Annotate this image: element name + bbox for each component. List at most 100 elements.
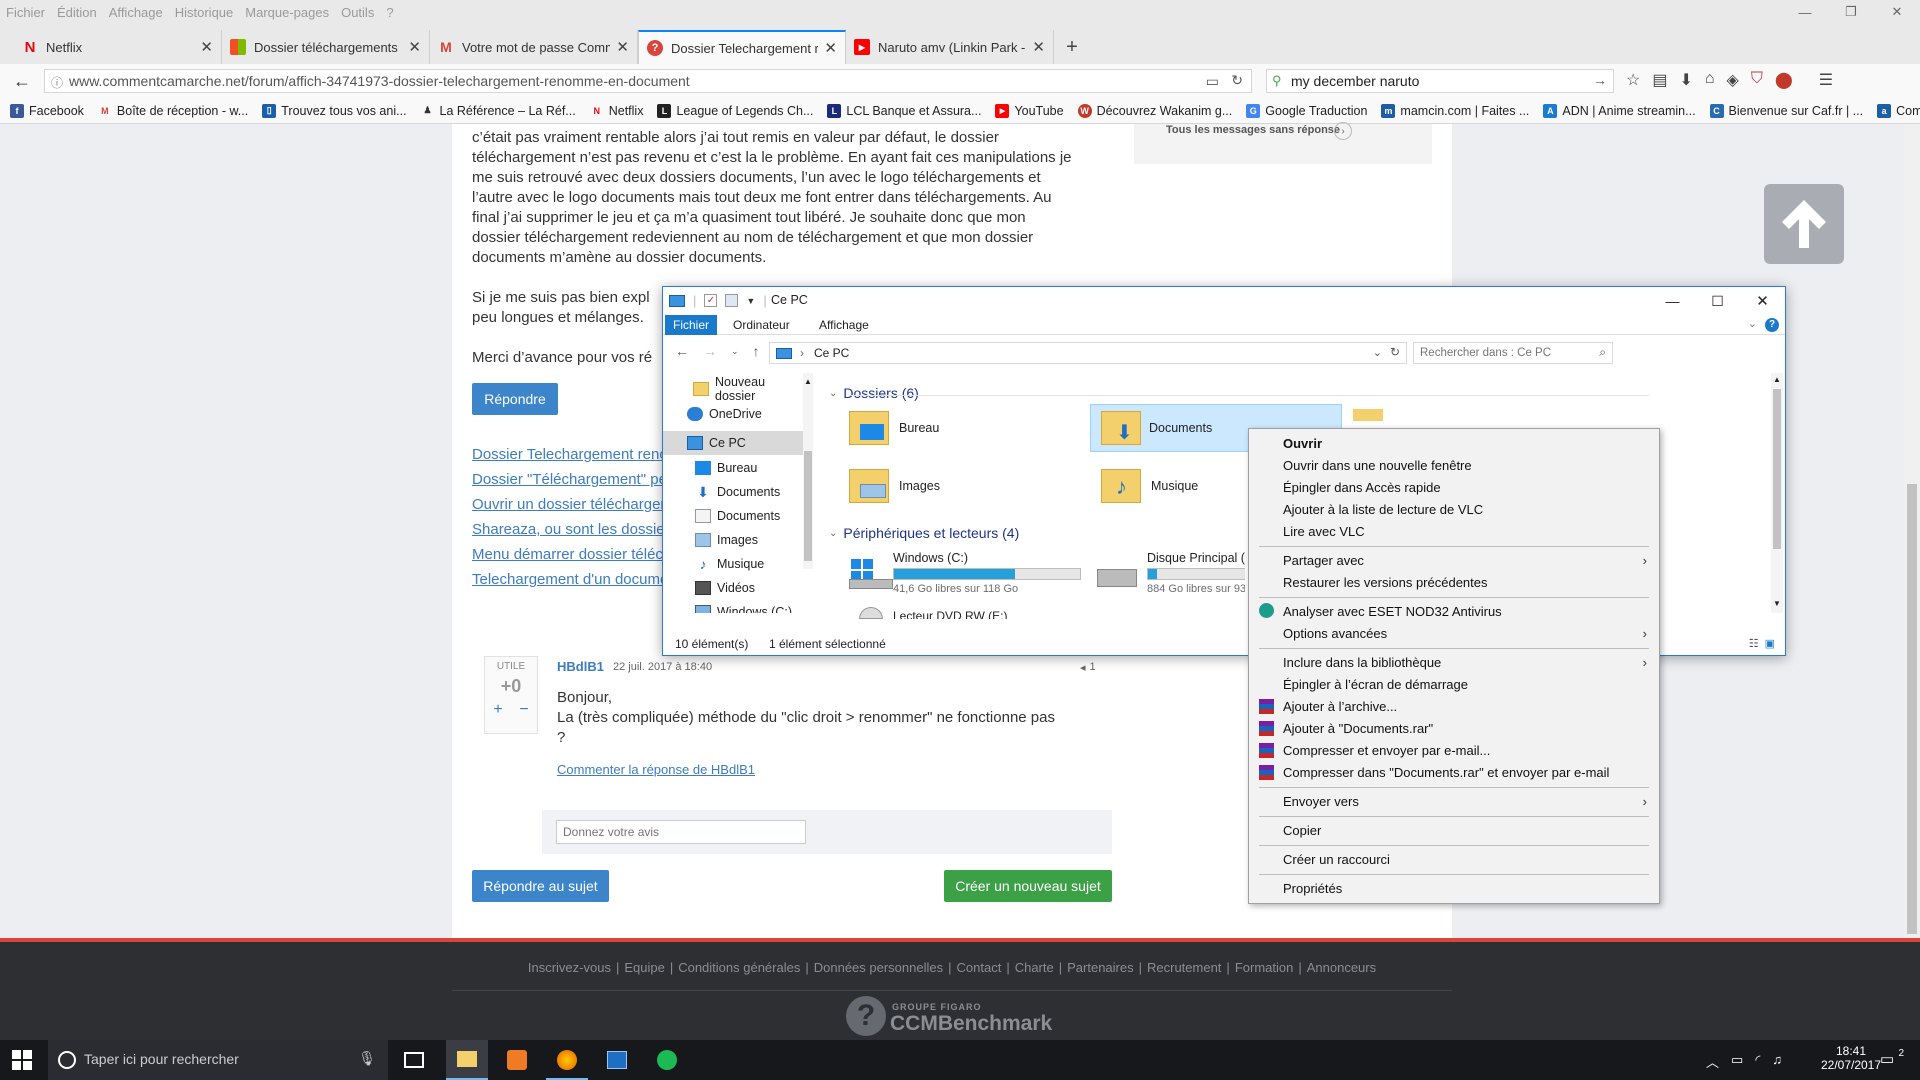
- refresh-icon[interactable]: ↻: [1390, 345, 1400, 359]
- windows-start-icon[interactable]: [12, 1050, 32, 1070]
- forward-icon[interactable]: →: [703, 343, 717, 359]
- scroll-down-icon[interactable]: ▼: [1773, 599, 1781, 608]
- footer-link[interactable]: Conditions générales: [678, 960, 800, 975]
- reload-icon[interactable]: ↻: [1231, 72, 1243, 89]
- footer-link[interactable]: Partenaires: [1067, 960, 1133, 975]
- url-bar[interactable]: ⓘ www.commentcamarche.net/forum/affich-3…: [44, 69, 1252, 93]
- bookmark-item[interactable]: m mamcin.com | Faites ...: [1381, 103, 1529, 118]
- unanswered-messages-link[interactable]: Tous les messages sans réponse: [1166, 124, 1340, 136]
- task-view-icon[interactable]: [404, 1052, 424, 1068]
- drive-d[interactable]: Disque Principal (D:) 884 Go libres sur …: [1147, 551, 1245, 595]
- menu-item-creer-raccourci[interactable]: Créer un raccourci: [1283, 852, 1390, 867]
- taskbar-app-2[interactable]: [596, 1040, 638, 1080]
- menu-item-ajouter-documents-rar[interactable]: Ajouter à "Documents.rar": [1283, 721, 1433, 736]
- nav-item-images[interactable]: Images: [695, 533, 758, 547]
- bookmark-item[interactable]: a Compte ameli - mon ...: [1877, 103, 1920, 118]
- back-icon[interactable]: ←: [675, 343, 689, 359]
- menu-historique[interactable]: Historique: [175, 5, 234, 20]
- menu-item-options-avancees[interactable]: Options avancées: [1283, 626, 1387, 641]
- explorer-search-input[interactable]: [1414, 343, 1584, 363]
- main-pane-scrollbar[interactable]: ▲ ▼: [1771, 373, 1783, 613]
- tab-dossier-telechargement-active[interactable]: ? Dossier Telechargement renommé ✕: [638, 30, 846, 64]
- hamburger-menu-icon[interactable]: ☰: [1819, 70, 1833, 90]
- footer-link[interactable]: Inscrivez-vous: [528, 960, 611, 975]
- ublock-icon[interactable]: ⛉: [1751, 70, 1763, 90]
- menu-item-compresser-rar-email[interactable]: Compresser dans "Documents.rar" et envoy…: [1283, 765, 1609, 780]
- nav-item-windows-c[interactable]: Windows (C:): [695, 605, 792, 613]
- large-icons-view-icon[interactable]: ▣: [1765, 637, 1775, 650]
- home-icon[interactable]: ⌂: [1705, 70, 1715, 90]
- footer-link[interactable]: Charte: [1015, 960, 1054, 975]
- taskbar-explorer[interactable]: [446, 1040, 488, 1080]
- footer-link[interactable]: Contact: [957, 960, 1002, 975]
- search-bar[interactable]: ⚲ my december naruto →: [1266, 69, 1614, 93]
- vote-down-button[interactable]: −: [519, 701, 528, 719]
- bookmark-item[interactable]: W Découvrez Wakanim g...: [1077, 103, 1232, 118]
- scroll-top-button[interactable]: [1764, 184, 1844, 264]
- comment-link[interactable]: Commenter la réponse de HBdlB1: [557, 762, 755, 777]
- search-icon[interactable]: ⌕: [1599, 345, 1606, 360]
- back-icon[interactable]: ←: [0, 71, 44, 92]
- battery-icon[interactable]: ▭: [1731, 1052, 1743, 1071]
- close-tab-icon[interactable]: ✕: [1032, 38, 1045, 56]
- tray-chevron-icon[interactable]: ︿: [1706, 1052, 1719, 1071]
- nav-pane-scrollbar-thumb[interactable]: [804, 451, 812, 561]
- related-link[interactable]: Dossier "Téléchargement" pe: [472, 471, 667, 488]
- nav-pane-scrollbar[interactable]: ▲: [803, 373, 813, 569]
- info-icon[interactable]: ⓘ: [51, 74, 63, 91]
- footer-link[interactable]: Données personnelles: [814, 960, 943, 975]
- footer-link[interactable]: Annonceurs: [1307, 960, 1376, 975]
- close-tab-icon[interactable]: ✕: [824, 39, 837, 57]
- menu-item-epingler-acces-rapide[interactable]: Épingler dans Accès rapide: [1283, 480, 1441, 495]
- adblock-icon[interactable]: ⬤: [1775, 70, 1793, 90]
- chevron-down-icon[interactable]: ▼: [746, 296, 755, 306]
- menu-item-envoyer-vers[interactable]: Envoyer vers: [1283, 794, 1359, 809]
- nav-item-ce-pc[interactable]: Ce PC: [663, 431, 803, 455]
- minimize-icon[interactable]: —: [1650, 287, 1695, 315]
- main-pane-scrollbar-thumb[interactable]: [1773, 389, 1781, 549]
- ribbon-tab-ordinateur[interactable]: Ordinateur: [733, 318, 790, 332]
- menu-item-ajouter-archive[interactable]: Ajouter à l’archive...: [1283, 699, 1397, 714]
- maximize-icon[interactable]: ☐: [1695, 287, 1740, 315]
- taskbar-spotify[interactable]: [646, 1040, 688, 1080]
- menu-marque-pages[interactable]: Marque-pages: [245, 5, 329, 20]
- volume-icon[interactable]: ♫: [1772, 1052, 1782, 1071]
- menu-fichier[interactable]: Fichier: [6, 5, 45, 20]
- devices-group-header[interactable]: ⌄ Périphériques et lecteurs (4): [829, 525, 1019, 541]
- reply-subject-button[interactable]: Répondre au sujet: [472, 870, 609, 902]
- close-icon[interactable]: ✕: [1874, 0, 1920, 24]
- menu-item-restaurer-versions[interactable]: Restaurer les versions précédentes: [1283, 575, 1488, 590]
- nav-item-documents-2[interactable]: Documents: [695, 509, 780, 523]
- menu-item-ouvrir[interactable]: Ouvrir: [1283, 436, 1322, 451]
- related-link[interactable]: Shareaza, ou sont les dossier: [472, 521, 670, 538]
- menu-item-partager-avec[interactable]: Partager avec: [1283, 553, 1364, 568]
- menu-item-lire-vlc[interactable]: Lire avec VLC: [1283, 524, 1365, 539]
- nav-item-documents[interactable]: ⬇ Documents: [695, 485, 780, 499]
- notification-icon[interactable]: ▭ 2: [1880, 1048, 1904, 1070]
- folder-images[interactable]: Images: [849, 469, 940, 503]
- folder-musique[interactable]: ♪ Musique: [1101, 469, 1198, 503]
- nav-item-bureau[interactable]: Bureau: [695, 461, 757, 475]
- ribbon-expand-icon[interactable]: ⌄: [1748, 317, 1757, 330]
- bookmark-star-icon[interactable]: ☆: [1626, 70, 1640, 90]
- pocket-icon[interactable]: ◈: [1727, 70, 1739, 90]
- recent-locations-icon[interactable]: ⌄: [731, 346, 739, 359]
- menu-item-ouvrir-nouvelle-fenetre[interactable]: Ouvrir dans une nouvelle fenêtre: [1283, 458, 1472, 473]
- close-icon[interactable]: ✕: [1740, 287, 1785, 315]
- tab-dossier-telechargements[interactable]: Dossier téléchargements renommé ✕: [222, 30, 430, 64]
- related-link[interactable]: Dossier Telechargement renc: [472, 446, 667, 463]
- footer-link[interactable]: Equipe: [624, 960, 664, 975]
- dvd-drive-label[interactable]: Lecteur DVD RW (E:): [893, 609, 1007, 619]
- footer-link[interactable]: Recrutement: [1147, 960, 1221, 975]
- nav-item-musique[interactable]: ♪ Musique: [695, 557, 765, 571]
- menu-item-ajouter-vlc[interactable]: Ajouter à la liste de lecture de VLC: [1283, 502, 1483, 517]
- address-dropdown-icon[interactable]: ⌄: [1373, 346, 1382, 359]
- bookmark-item[interactable]: L League of Legends Ch...: [657, 103, 813, 118]
- drive-c[interactable]: Windows (C:) 41,6 Go libres sur 118 Go: [893, 551, 1093, 595]
- tab-netflix[interactable]: N Netflix ✕: [14, 30, 222, 64]
- menu-outils[interactable]: Outils: [341, 5, 374, 20]
- search-go-icon[interactable]: →: [1593, 72, 1607, 88]
- taskbar-firefox[interactable]: [546, 1040, 588, 1080]
- folder-bureau[interactable]: Bureau: [849, 411, 939, 445]
- taskbar-search[interactable]: Taper ici pour rechercher 🎙: [48, 1040, 388, 1080]
